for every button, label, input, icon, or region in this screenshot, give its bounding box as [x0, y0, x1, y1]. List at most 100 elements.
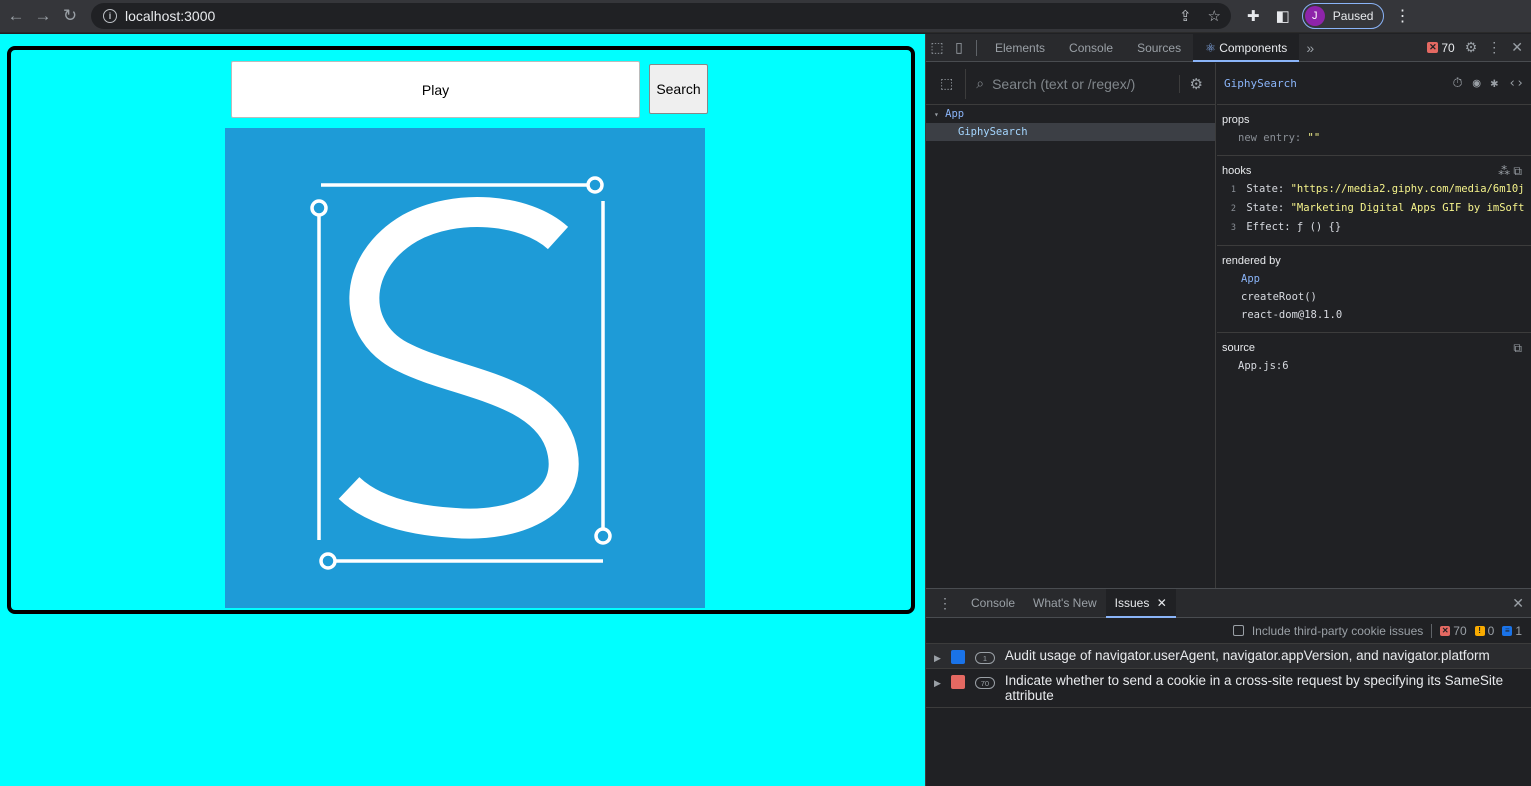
- bug-icon[interactable]: ✱: [1491, 76, 1499, 91]
- avatar: J: [1304, 6, 1325, 26]
- drawer-tab-issues-label: Issues: [1114, 595, 1150, 610]
- props-title: props: [1222, 114, 1250, 126]
- hook-key: Effect:: [1246, 221, 1291, 233]
- component-inspector: GiphySearch ⏱ ◉ ✱ ‹› props new entry: ""…: [1217, 63, 1531, 588]
- tab-sources[interactable]: Sources: [1125, 34, 1193, 62]
- hook-index: 1: [1230, 185, 1236, 195]
- hook-value: "Marketing Digital Apps GIF by imSoft: [1290, 202, 1525, 214]
- issue-count: 70: [974, 677, 995, 689]
- rendered-by-title: rendered by: [1222, 255, 1281, 267]
- prop-row[interactable]: new entry: "": [1222, 129, 1527, 147]
- expand-triangle-icon: ▾: [934, 110, 939, 119]
- error-count-badge[interactable]: ✕ 70: [1427, 41, 1455, 55]
- url-text: localhost:3000: [125, 8, 216, 24]
- components-pane: ⬚ ⌕ Search (text or /regex/) ⚙ ▾ App Gip…: [926, 63, 1531, 588]
- hook-key: State:: [1246, 183, 1285, 195]
- expand-triangle-icon: ▶: [934, 678, 941, 688]
- app-container: Search: [7, 46, 915, 614]
- hook-value: ƒ () {}: [1296, 221, 1342, 233]
- component-search-field[interactable]: ⌕ Search (text or /regex/): [965, 68, 1166, 99]
- device-toolbar-icon[interactable]: ▯: [948, 39, 970, 56]
- error-icon: [950, 675, 965, 689]
- source-location[interactable]: App.js:6: [1222, 357, 1527, 375]
- source-title: source: [1222, 342, 1256, 354]
- inspect-element-icon[interactable]: ⬚: [926, 39, 948, 56]
- share-icon[interactable]: ⇪: [1179, 7, 1192, 25]
- divider: [1431, 623, 1433, 638]
- hook-row[interactable]: 3 Effect: ƒ () {}: [1222, 218, 1527, 237]
- drawer-tabbar: ⋮ Console What's New Issues ✕ ✕: [926, 588, 1531, 618]
- close-tab-icon[interactable]: ✕: [1157, 596, 1167, 610]
- prop-value: "": [1307, 132, 1321, 144]
- tree-item-giphysearch[interactable]: GiphySearch: [926, 123, 1215, 141]
- site-info-icon[interactable]: i: [103, 9, 117, 23]
- drawer-tab-issues[interactable]: Issues ✕: [1105, 588, 1176, 618]
- view-source-icon[interactable]: ‹›: [1508, 76, 1524, 91]
- select-component-icon[interactable]: ⬚: [940, 75, 953, 92]
- expand-triangle-icon: ▶: [934, 653, 941, 663]
- extensions-puzzle-icon[interactable]: ✚: [1247, 7, 1260, 25]
- address-bar[interactable]: i localhost:3000 ⇪ ☆: [91, 3, 1231, 29]
- close-devtools-icon[interactable]: ✕: [1511, 39, 1523, 56]
- rendered-by-app-link[interactable]: App: [1222, 270, 1527, 288]
- info-icon: [950, 650, 965, 664]
- reload-icon[interactable]: ↻: [59, 5, 81, 27]
- hook-row[interactable]: 2 State: "Marketing Digital Apps GIF by …: [1222, 199, 1527, 218]
- drawer-tab-whats-new[interactable]: What's New: [1024, 589, 1106, 618]
- tree-item-app[interactable]: ▾ App: [926, 105, 1215, 123]
- issues-toolbar: Include third-party cookie issues ✕ 70 ! 0…: [926, 618, 1531, 644]
- tree-toolbar: ⬚ ⌕ Search (text or /regex/) ⚙: [926, 63, 1215, 105]
- page-viewport: Search: [0, 34, 925, 786]
- info-icon: ≡: [1502, 625, 1513, 636]
- hooks-section: hooks ⁂ ⧉ 1 State: "https://media2.giphy…: [1217, 156, 1531, 246]
- inspector-header: GiphySearch ⏱ ◉ ✱ ‹›: [1217, 63, 1531, 105]
- settings-gear-icon[interactable]: ⚙: [1465, 39, 1478, 56]
- profile-button[interactable]: J Paused: [1301, 3, 1385, 29]
- back-icon[interactable]: ←: [5, 5, 27, 27]
- kebab-menu-icon[interactable]: ⋮: [1394, 6, 1410, 26]
- drawer-tab-console[interactable]: Console: [962, 589, 1024, 618]
- tree-settings-gear-icon[interactable]: ⚙: [1178, 74, 1215, 93]
- close-drawer-icon[interactable]: ✕: [1512, 595, 1531, 612]
- hook-row[interactable]: 1 State: "https://media2.giphy.com/media…: [1222, 180, 1527, 199]
- issue-row[interactable]: ▶ 70 Indicate whether to send a cookie i…: [926, 669, 1531, 708]
- tab-elements[interactable]: Elements: [983, 34, 1057, 62]
- third-party-checkbox[interactable]: [1232, 625, 1244, 636]
- side-panel-icon[interactable]: ◧: [1276, 7, 1290, 25]
- error-icon: ✕: [1440, 625, 1451, 636]
- bookmark-star-icon[interactable]: ☆: [1208, 7, 1221, 25]
- hook-index: 2: [1230, 204, 1236, 214]
- hooks-title: hooks: [1222, 165, 1252, 177]
- devtools-menu-icon[interactable]: ⋮: [1487, 39, 1501, 56]
- issue-count: 1: [974, 652, 995, 664]
- rendered-by-createroot: createRoot(): [1241, 291, 1317, 303]
- issue-text: Indicate whether to send a cookie in a c…: [1004, 673, 1504, 703]
- issue-text: Audit usage of navigator.userAgent, navi…: [1004, 648, 1490, 663]
- forward-icon[interactable]: →: [32, 5, 54, 27]
- more-tabs-icon[interactable]: »: [1299, 40, 1321, 56]
- stopwatch-icon[interactable]: ⏱: [1453, 76, 1463, 91]
- devtools-drawer: ⋮ Console What's New Issues ✕ ✕ Include …: [926, 588, 1531, 786]
- devtools-panel: ⬚ ▯ Elements Console Sources ⚛ Component…: [925, 33, 1531, 786]
- react-icon: ⚛: [1205, 40, 1216, 55]
- error-icon: ✕: [1427, 42, 1439, 53]
- copy-icon[interactable]: ⧉: [1513, 339, 1527, 357]
- hook-index: 3: [1230, 223, 1236, 233]
- search-input[interactable]: [231, 61, 640, 118]
- issue-row[interactable]: ▶ 1 Audit usage of navigator.userAgent, …: [926, 644, 1531, 669]
- props-section: props new entry: "": [1217, 105, 1531, 156]
- eye-icon[interactable]: ◉: [1473, 76, 1481, 91]
- drawer-menu-icon[interactable]: ⋮: [926, 595, 962, 612]
- issue-warning-count: ! 0: [1474, 624, 1494, 638]
- tree-item-label: GiphySearch: [958, 126, 1028, 138]
- tab-components[interactable]: ⚛ Components: [1193, 33, 1300, 62]
- search-placeholder: Search (text or /regex/): [992, 75, 1136, 92]
- s-logo-graphic: [310, 176, 612, 570]
- issue-error-count: ✕ 70: [1440, 624, 1467, 638]
- magic-wand-icon[interactable]: ⁂ ⧉: [1498, 162, 1527, 180]
- search-button[interactable]: Search: [649, 64, 708, 114]
- giphy-gif-image: [225, 128, 705, 608]
- divider: [976, 39, 977, 56]
- browser-toolbar: ← → ↻ i localhost:3000 ⇪ ☆ ✚ ◧ J Paused …: [0, 0, 1531, 33]
- tab-console[interactable]: Console: [1057, 34, 1125, 62]
